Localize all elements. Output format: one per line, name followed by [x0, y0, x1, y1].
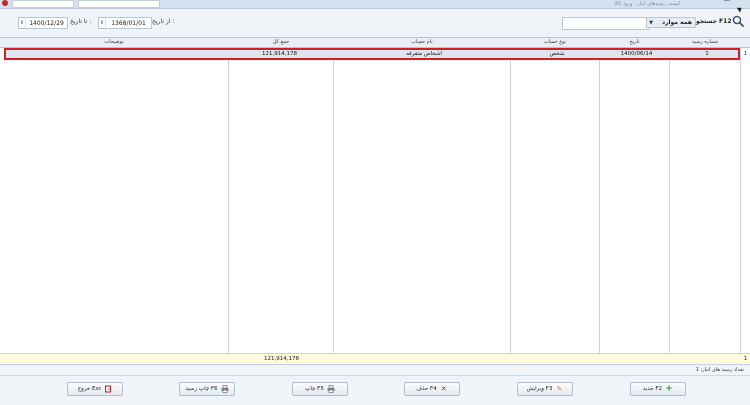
to-date-field[interactable]: ⇕ 1400/12/29: [18, 17, 68, 29]
print-button[interactable]: چاپ F5: [292, 382, 348, 396]
receipts-table[interactable]: شماره رسید تاریخ نوع حساب نام حساب جمع ک…: [0, 37, 750, 365]
new-button-label: جدید F2: [642, 386, 663, 392]
column-header-number[interactable]: شماره رسید: [670, 38, 740, 47]
row-indicator[interactable]: 1: [741, 50, 750, 58]
edit-button-label: ویرایش F3: [526, 386, 553, 392]
scope-select[interactable]: ▼ همه موارد: [646, 17, 696, 28]
exit-button-label: خروج Esc: [77, 386, 102, 392]
edit-button[interactable]: ویرایش F3 ✎: [517, 382, 573, 396]
printer-icon: [221, 385, 229, 393]
window-title: لیست رسیدهای انبار - ورود کالا: [614, 1, 680, 7]
spin-icon[interactable]: ⇕: [19, 18, 26, 28]
status-text: تعداد رسید های انبار: 1: [695, 367, 744, 373]
from-date-label: از تاریخ :: [152, 18, 175, 25]
column-header-total[interactable]: جمع کل: [229, 38, 333, 47]
column-header-account-name[interactable]: نام حساب: [334, 38, 510, 47]
exit-button[interactable]: خروج Esc: [67, 382, 123, 396]
scope-value: همه موارد: [662, 19, 692, 26]
cell-description[interactable]: [6, 50, 228, 58]
titlebar-field[interactable]: [12, 0, 74, 8]
print-button-label: چاپ F5: [305, 386, 324, 392]
divider: [0, 375, 750, 376]
search-icon[interactable]: [732, 15, 744, 27]
chevron-down-icon[interactable]: ▼: [647, 20, 655, 26]
table-header: شماره رسید تاریخ نوع حساب نام حساب جمع ک…: [0, 38, 750, 48]
cell-number[interactable]: 1: [672, 50, 742, 58]
print-receipt-button[interactable]: چاپ رسید F6: [179, 382, 235, 396]
delete-button[interactable]: حذف F4 ✕: [404, 382, 460, 396]
column-header-description[interactable]: توضیحات: [0, 38, 228, 47]
cell-account-name[interactable]: اشخاص متفرقه: [336, 50, 512, 58]
app-icon[interactable]: [2, 0, 8, 6]
titlebar-field[interactable]: [78, 0, 160, 8]
printer-icon: [327, 385, 335, 393]
search-input[interactable]: [562, 17, 650, 30]
search-label: جستجو F12: [696, 18, 732, 25]
column-header-date[interactable]: تاریخ: [600, 38, 669, 47]
cell-date[interactable]: 1400/06/14: [602, 50, 671, 58]
table-footer: 1 121,914,178: [0, 353, 750, 365]
close-icon: ✕: [440, 385, 447, 393]
to-date-label: تا تاریخ :: [70, 18, 92, 25]
exit-door-icon: [104, 385, 112, 393]
table-row[interactable]: 1 1400/06/14 شخص اشخاص متفرقه 121,914,17…: [4, 48, 740, 60]
cell-total[interactable]: 121,914,178: [231, 50, 297, 58]
from-date-value[interactable]: 1368/01/01: [106, 20, 151, 27]
new-button[interactable]: جدید F2 +: [630, 382, 686, 396]
from-date-field[interactable]: ⇕ 1368/01/01: [98, 17, 152, 29]
spin-icon[interactable]: ⇕: [99, 18, 106, 28]
cell-account-type[interactable]: شخص: [513, 50, 601, 58]
column-header-account-type[interactable]: نوع حساب: [511, 38, 599, 47]
minimize-icon[interactable]: [724, 0, 730, 7]
print-receipt-button-label: چاپ رسید F6: [185, 386, 218, 392]
delete-button-label: حذف F4: [416, 386, 437, 392]
pencil-icon: ✎: [556, 385, 563, 393]
footer-count: 1: [743, 356, 748, 362]
to-date-value[interactable]: 1400/12/29: [26, 20, 67, 27]
footer-total: 121,914,178: [264, 356, 299, 362]
plus-icon: +: [665, 384, 673, 394]
